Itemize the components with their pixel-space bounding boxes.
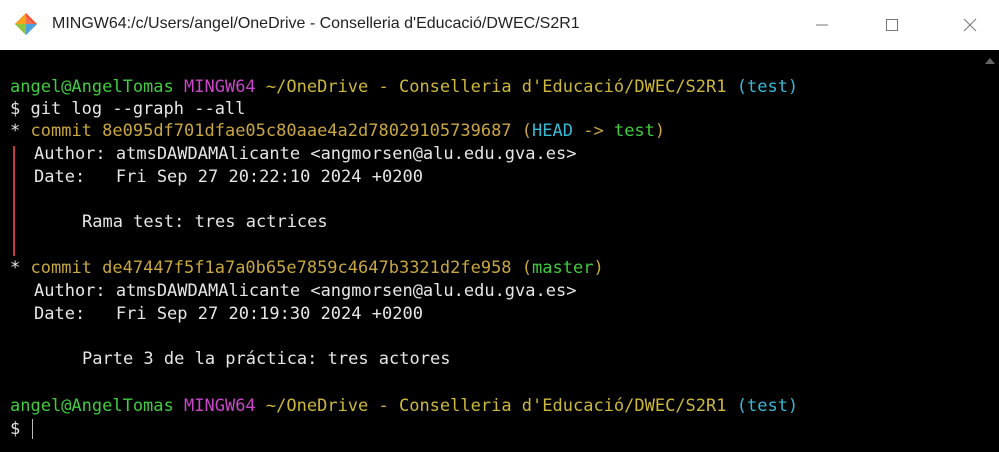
- commit-date: Date: Fri Sep 27 20:19:30 2024 +0200: [34, 304, 423, 324]
- commit-message: Rama test: tres actrices: [82, 212, 328, 232]
- prompt-shell: MINGW64: [184, 396, 256, 416]
- maximize-button[interactable]: [867, 0, 917, 50]
- title-bar[interactable]: MINGW64:/c/Users/angel/OneDrive - Consel…: [0, 0, 999, 50]
- graph-star: *: [10, 258, 21, 278]
- ref-arrow: ->: [573, 121, 614, 141]
- maximize-icon: [886, 19, 898, 31]
- prompt-line: angel@AngelTomas MINGW64 ~/OneDrive - Co…: [10, 395, 798, 417]
- prompt-userhost: angel@AngelTomas: [10, 77, 174, 97]
- commit-line: * commit de47447f5f1a7a0b65e7859c4647b33…: [10, 257, 604, 279]
- prompt-userhost: angel@AngelTomas: [10, 396, 174, 416]
- commit-hash: commit 8e095df701dfae05c80aae4a2d7802910…: [30, 121, 512, 141]
- branch-ref: master: [532, 258, 594, 278]
- ref-close: ): [593, 258, 604, 278]
- graph-branch-line: [13, 146, 15, 256]
- prompt-path: ~/OneDrive - Conselleria d'Educació/DWEC…: [265, 396, 727, 416]
- terminal-output[interactable]: angel@AngelTomas MINGW64 ~/OneDrive - Co…: [0, 56, 980, 452]
- close-button[interactable]: [945, 0, 995, 50]
- ref-open: (: [521, 258, 533, 278]
- final-prompt: $: [10, 419, 21, 439]
- prompt-shell: MINGW64: [184, 77, 256, 97]
- head-ref: HEAD: [532, 121, 573, 141]
- command-line: $ git log --graph --all: [10, 99, 246, 119]
- minimize-button[interactable]: [797, 0, 847, 50]
- ref-close: ): [654, 121, 666, 141]
- graph-star: *: [10, 121, 21, 141]
- commit-date: Date: Fri Sep 27 20:22:10 2024 +0200: [34, 167, 423, 187]
- commit-author: Author: atmsDAWDAMAlicante <angmorsen@al…: [34, 144, 577, 164]
- commit-author: Author: atmsDAWDAMAlicante <angmorsen@al…: [34, 281, 577, 301]
- close-icon: [963, 18, 977, 32]
- prompt-branch: (test): [736, 396, 799, 416]
- minimize-icon: [816, 24, 828, 26]
- git-bash-icon: [15, 13, 37, 35]
- commit-line: * commit 8e095df701dfae05c80aae4a2d78029…: [10, 120, 665, 142]
- terminal-window: MINGW64:/c/Users/angel/OneDrive - Consel…: [0, 0, 999, 452]
- ref-open: (: [521, 121, 533, 141]
- prompt-path: ~/OneDrive - Conselleria d'Educació/DWEC…: [265, 77, 727, 97]
- commit-hash: commit de47447f5f1a7a0b65e7859c4647b3321…: [30, 258, 512, 278]
- prompt-line: angel@AngelTomas MINGW64 ~/OneDrive - Co…: [10, 76, 798, 98]
- commit-message: Parte 3 de la práctica: tres actores: [82, 349, 451, 369]
- text-cursor: [32, 419, 43, 439]
- branch-ref: test: [613, 121, 655, 141]
- prompt-branch: (test): [736, 77, 799, 97]
- window-title: MINGW64:/c/Users/angel/OneDrive - Consel…: [52, 15, 580, 32]
- scroll-up-icon[interactable]: [985, 58, 995, 64]
